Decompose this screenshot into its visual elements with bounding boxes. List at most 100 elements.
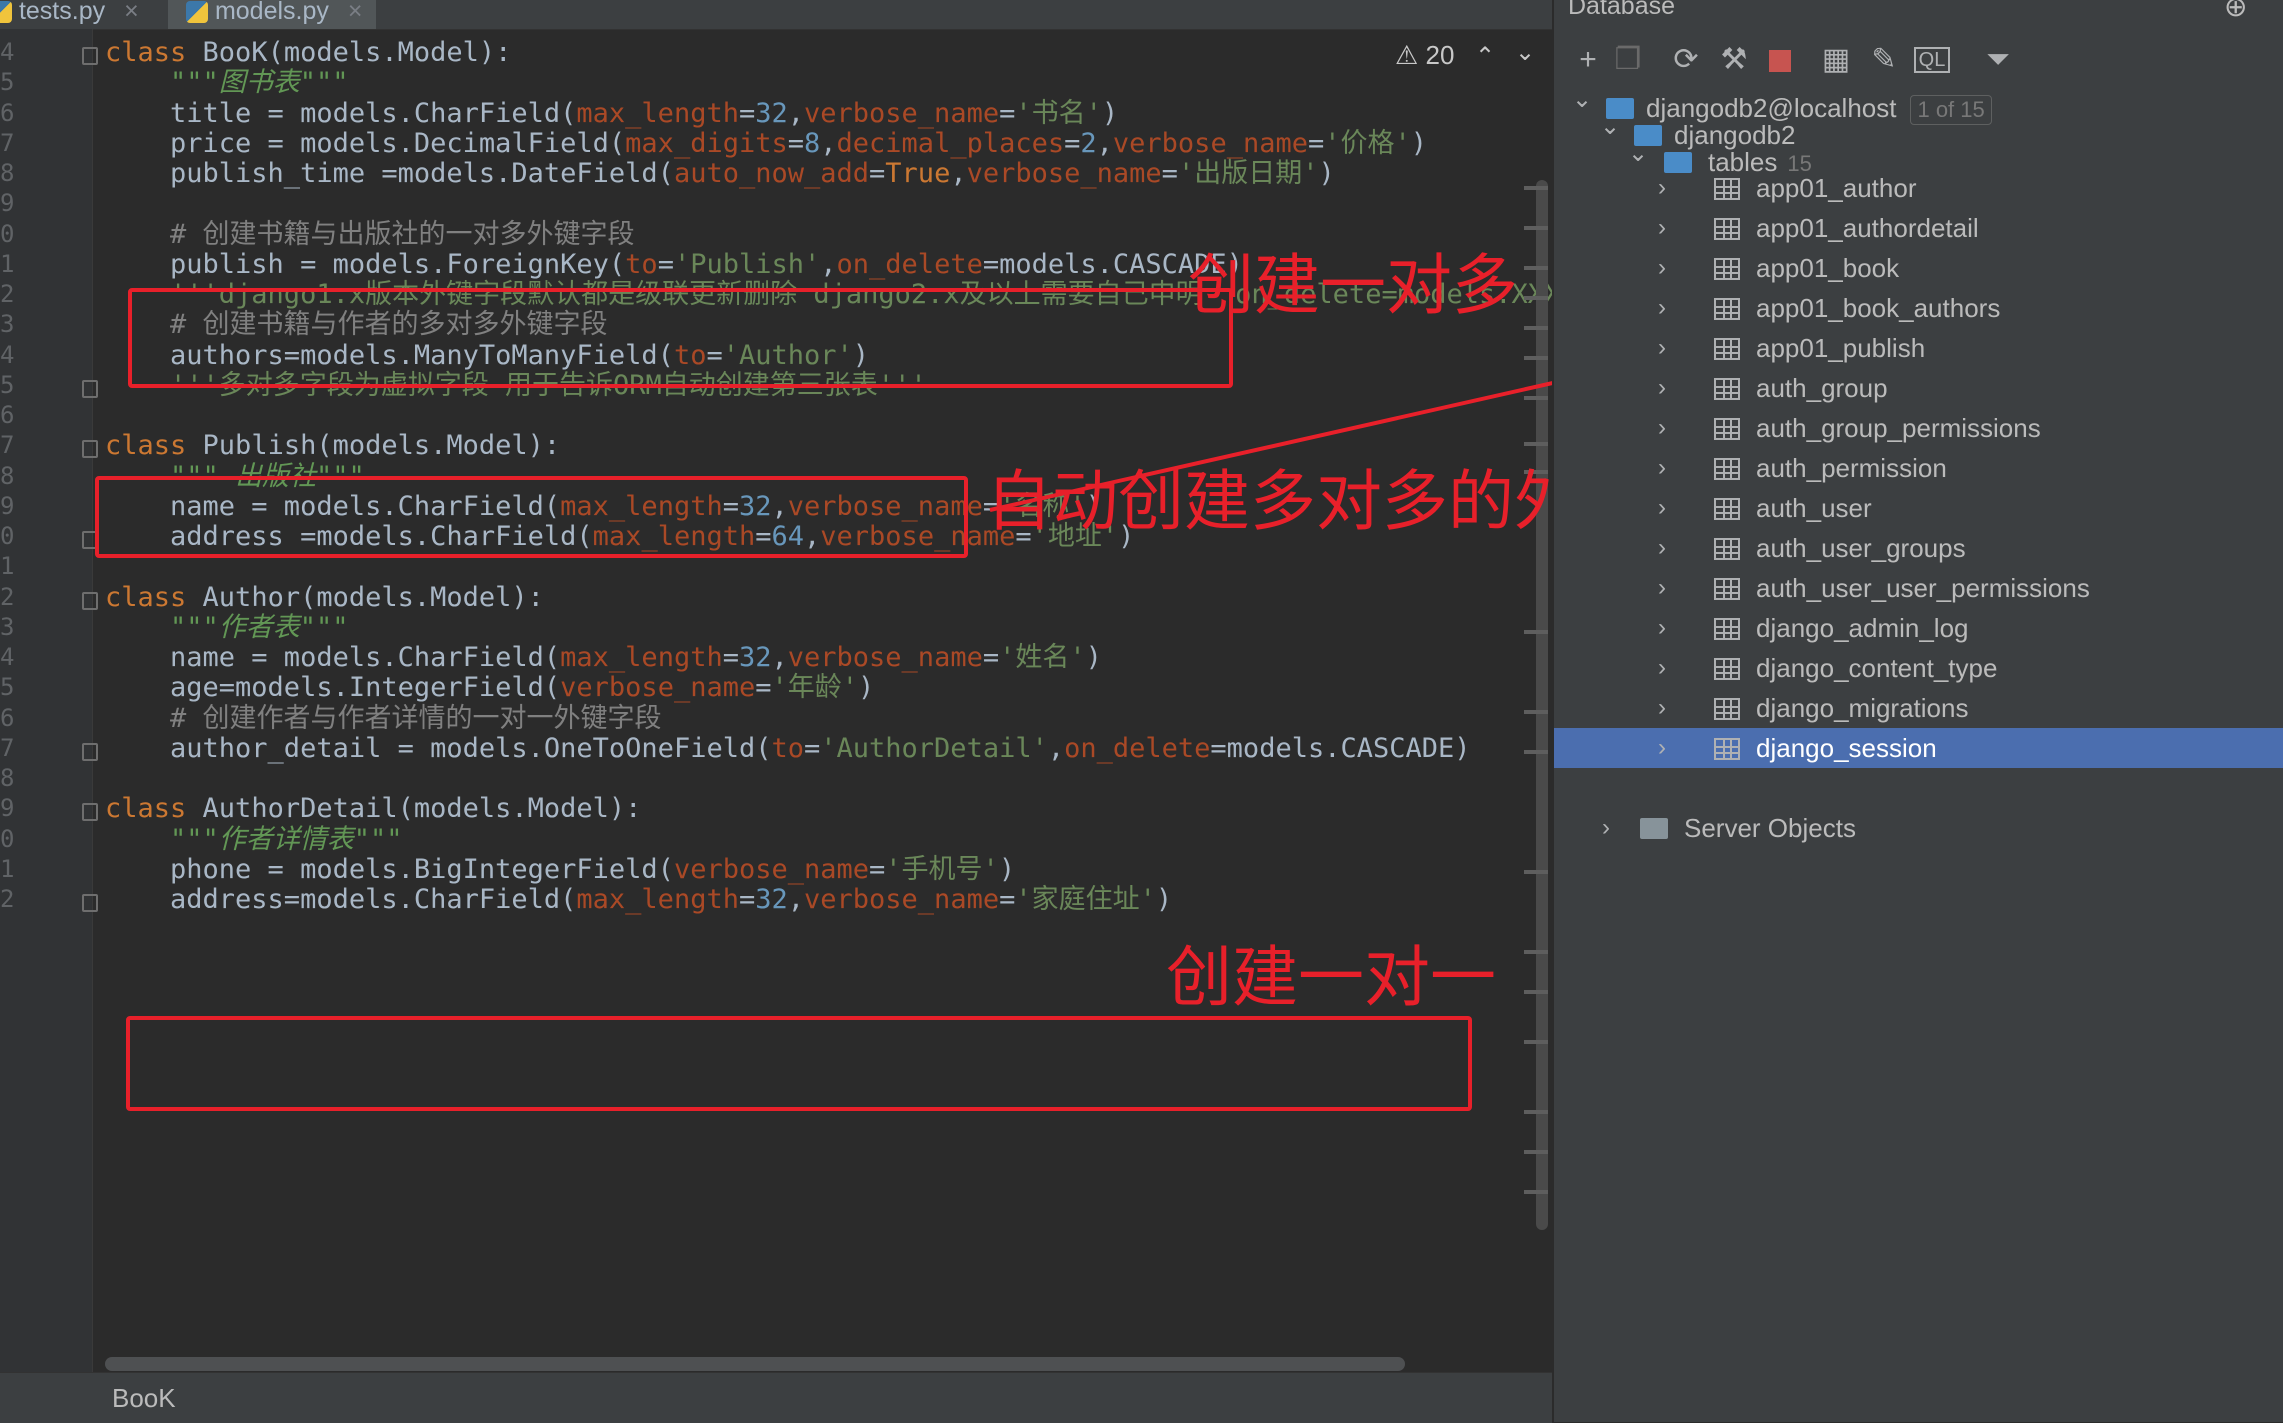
chevron-right-icon[interactable]: ›	[1658, 488, 1678, 528]
stripe-mark[interactable]	[1524, 1190, 1548, 1194]
line-number: 4	[0, 38, 15, 66]
tree-label-text: app01_author	[1756, 173, 1917, 203]
folder-icon	[1640, 818, 1668, 839]
chevron-right-icon[interactable]: ›	[1658, 208, 1678, 248]
tree-table-app01_book_authors[interactable]: › app01_book_authors	[1554, 288, 2283, 328]
add-icon[interactable]: +	[1568, 40, 1608, 80]
stripe-mark[interactable]	[1524, 950, 1548, 954]
chevron-down-icon[interactable]: ⌄	[1600, 107, 1620, 147]
breadcrumb[interactable]: BooK	[112, 1383, 176, 1414]
code-token: =	[738, 884, 756, 915]
code-token: =	[869, 158, 886, 189]
stripe-mark[interactable]	[1524, 1040, 1548, 1044]
database-panel: Database ⊕ + ❐ ⟳ ⚒ ▦ ✎ QL ⏷ ⌄ djangodb2@l…	[1552, 0, 2283, 1422]
line-number: 6	[0, 401, 15, 429]
line-number: 0	[0, 824, 15, 853]
tree-label-text: app01_authordetail	[1756, 213, 1979, 243]
chevron-right-icon[interactable]: ›	[1658, 528, 1678, 568]
stop-icon[interactable]	[1760, 40, 1800, 80]
table-icon[interactable]: ▦	[1816, 40, 1856, 80]
stripe-mark[interactable]	[1524, 266, 1548, 270]
code-token: )	[858, 672, 875, 704]
tree-table-app01_book[interactable]: › app01_book	[1554, 248, 2283, 288]
tree-table-auth_permission[interactable]: › auth_permission	[1554, 448, 2283, 488]
chevron-right-icon[interactable]: ›	[1658, 728, 1678, 768]
tree-table-auth_group_permissions[interactable]: › auth_group_permissions	[1554, 408, 2283, 448]
tree-label: django_admin_log	[1756, 608, 1969, 648]
tree-table-auth_user_groups[interactable]: › auth_user_groups	[1554, 528, 2283, 568]
tab-tests-py[interactable]: tests.py ×	[0, 0, 153, 29]
tree-table-django_migrations[interactable]: › django_migrations	[1554, 688, 2283, 728]
stripe-mark[interactable]	[1524, 710, 1548, 714]
tree-table-app01_author[interactable]: › app01_author	[1554, 168, 2283, 208]
chevron-right-icon[interactable]: ›	[1658, 688, 1678, 728]
next-highlight-icon[interactable]: ⌄	[1515, 38, 1535, 67]
refresh-icon[interactable]: ⟳	[1666, 40, 1706, 80]
line-number: 2	[0, 280, 15, 308]
inspection-widget[interactable]: ⚠ 20	[1395, 40, 1454, 71]
prev-highlight-icon[interactable]: ⌃	[1475, 42, 1495, 71]
horizontal-scrollbar[interactable]	[105, 1357, 1405, 1371]
filter-icon[interactable]: ⏷	[1978, 40, 2018, 80]
schema-icon[interactable]: ⚒	[1714, 40, 1754, 80]
chevron-down-icon[interactable]: ⌄	[1572, 80, 1592, 120]
stripe-mark[interactable]	[1524, 990, 1548, 994]
error-stripe	[1524, 150, 1548, 1250]
line-number: 9	[0, 189, 15, 218]
chevron-right-icon[interactable]: ›	[1602, 808, 1622, 848]
tree-server-objects[interactable]: › Server Objects	[1554, 808, 2283, 848]
globe-icon[interactable]: ⊕	[2224, 0, 2247, 23]
tab-models-py[interactable]: models.py ×	[168, 0, 377, 29]
tree-table-auth_user[interactable]: › auth_user	[1554, 488, 2283, 528]
chevron-right-icon[interactable]: ›	[1658, 448, 1678, 488]
tree-label: app01_book	[1756, 248, 1899, 288]
chevron-right-icon[interactable]: ›	[1658, 328, 1678, 368]
table-icon	[1714, 578, 1740, 600]
close-icon[interactable]: ×	[348, 0, 363, 25]
tree-table-app01_authordetail[interactable]: › app01_authordetail	[1554, 208, 2283, 248]
tree-label: django_migrations	[1756, 688, 1968, 728]
stripe-mark[interactable]	[1524, 1110, 1548, 1114]
chevron-right-icon[interactable]: ›	[1658, 168, 1678, 208]
chevron-right-icon[interactable]: ›	[1658, 248, 1678, 288]
stripe-mark[interactable]	[1524, 326, 1548, 330]
close-icon[interactable]: ×	[124, 0, 139, 25]
chevron-right-icon[interactable]: ›	[1658, 368, 1678, 408]
stripe-mark[interactable]	[1524, 226, 1548, 230]
stripe-mark[interactable]	[1524, 186, 1548, 190]
tree-table-django_content_type[interactable]: › django_content_type	[1554, 648, 2283, 688]
annotation-box-foreignkey	[128, 288, 1233, 388]
chevron-right-icon[interactable]: ›	[1658, 288, 1678, 328]
console-icon[interactable]: QL	[1912, 40, 1952, 80]
tree-table-django_session[interactable]: › django_session	[1554, 728, 2283, 768]
stripe-mark[interactable]	[1524, 396, 1548, 400]
tree-label-text: Server Objects	[1684, 813, 1856, 843]
stripe-mark[interactable]	[1524, 750, 1548, 754]
tree-label-text: auth_permission	[1756, 453, 1947, 483]
code-editor[interactable]: class BooK(models.Model): """图书表""" titl…	[93, 29, 1593, 1372]
code-token: auto_now_add	[673, 158, 870, 189]
duplicate-icon[interactable]: ❐	[1608, 40, 1648, 80]
table-icon	[1714, 498, 1740, 520]
table-icon	[1714, 538, 1740, 560]
tree-table-auth_user_user_permissions[interactable]: › auth_user_user_permissions	[1554, 568, 2283, 608]
tree-table-auth_group[interactable]: › auth_group	[1554, 368, 2283, 408]
chevron-right-icon[interactable]: ›	[1658, 608, 1678, 648]
tree-table-app01_publish[interactable]: › app01_publish	[1554, 328, 2283, 368]
tree-label: app01_authordetail	[1756, 208, 1979, 248]
tree-label-text: django_content_type	[1756, 653, 1998, 683]
chevron-right-icon[interactable]: ›	[1658, 408, 1678, 448]
stripe-mark[interactable]	[1524, 870, 1548, 874]
chevron-right-icon[interactable]: ›	[1658, 648, 1678, 688]
chevron-right-icon[interactable]: ›	[1658, 568, 1678, 608]
code-line: author_detail = models.OneToOneField(to=…	[105, 727, 1471, 771]
table-icon	[1714, 698, 1740, 720]
tree-table-django_admin_log[interactable]: › django_admin_log	[1554, 608, 2283, 648]
stripe-mark[interactable]	[1524, 296, 1548, 300]
stripe-mark[interactable]	[1524, 442, 1548, 446]
stripe-mark[interactable]	[1524, 1150, 1548, 1154]
stripe-mark[interactable]	[1524, 356, 1548, 360]
edit-icon[interactable]: ✎	[1864, 40, 1904, 80]
stripe-mark[interactable]	[1524, 630, 1548, 634]
table-icon	[1714, 658, 1740, 680]
